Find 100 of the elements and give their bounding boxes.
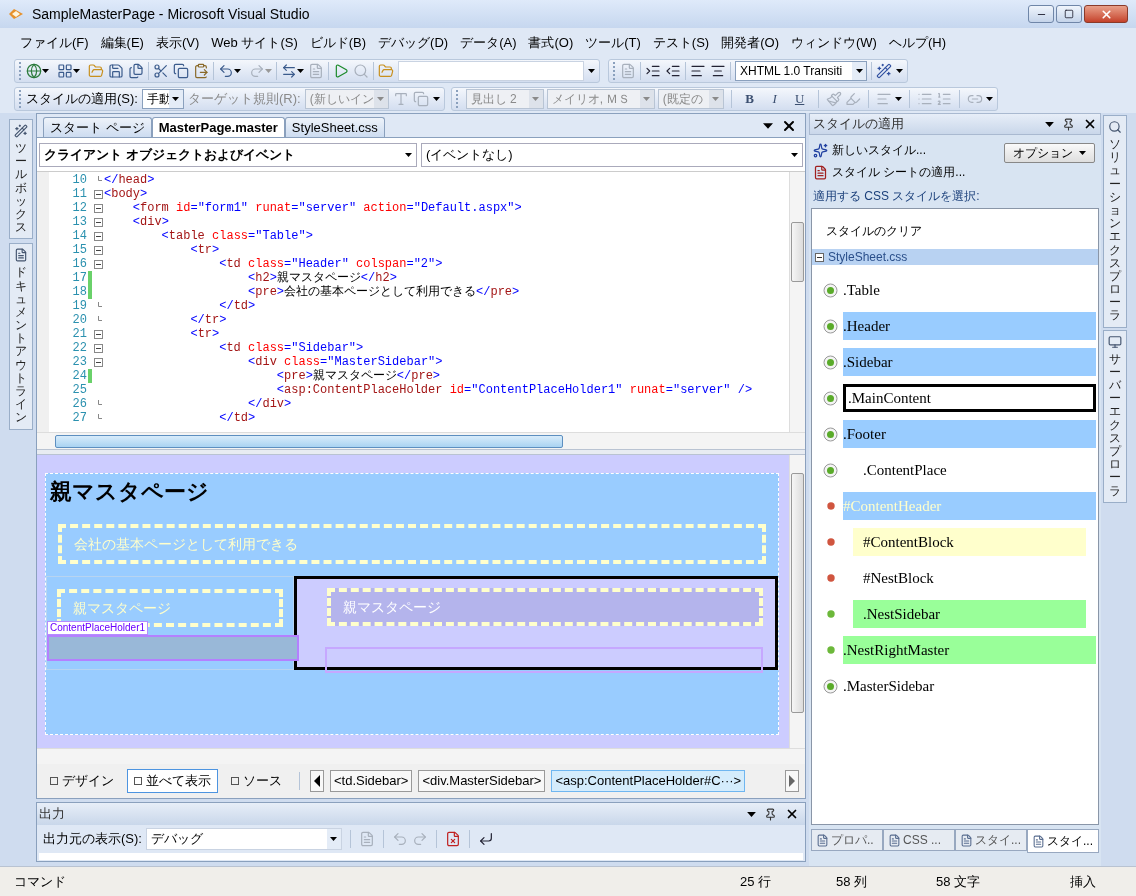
design-heading[interactable]: 親マスタページ	[46, 474, 778, 506]
navigate-icon[interactable]	[281, 63, 297, 79]
breadcrumb-tag[interactable]: <asp:ContentPlaceHolder#C···>	[551, 770, 746, 792]
document-tab[interactable]: MasterPage.master	[151, 117, 285, 137]
panel-tab[interactable]: スタイ...	[1027, 829, 1099, 853]
pin-icon[interactable]	[764, 807, 777, 821]
paste-icon[interactable]	[193, 63, 209, 79]
undo-icon[interactable]	[218, 63, 234, 79]
format-icon[interactable]	[690, 63, 706, 79]
clear-styles-item[interactable]: スタイルのクリア	[812, 209, 1098, 249]
options-button[interactable]: オプション	[1004, 143, 1095, 163]
collapse-icon[interactable]	[93, 231, 103, 241]
close-button[interactable]	[1084, 5, 1128, 23]
menu-item[interactable]: ビルド(B)	[303, 32, 373, 53]
folder-icon[interactable]	[88, 63, 104, 79]
menu-item[interactable]: ファイル(F)	[14, 32, 95, 53]
dock-tab[interactable]: ツールボックス	[9, 119, 33, 240]
indent-icon[interactable]	[645, 63, 661, 79]
grid-icon[interactable]	[57, 63, 73, 79]
menu-item[interactable]: ヘルプ(H)	[882, 32, 952, 53]
source-dropdown[interactable]: デバッグ	[145, 828, 342, 850]
style-item[interactable]: .NestSidebar	[853, 600, 1086, 628]
breadcrumb-tag[interactable]: <div.MasterSidebar>	[418, 770, 546, 792]
collapse-icon[interactable]	[93, 189, 103, 199]
collapse-icon[interactable]	[93, 245, 103, 255]
object-dropdown[interactable]: クライアント オブジェクトおよびイベント	[39, 142, 417, 167]
save-icon[interactable]	[108, 63, 124, 79]
menu-item[interactable]: デバッグ(D)	[372, 32, 455, 53]
scroll-left-button[interactable]	[310, 770, 324, 792]
collapse-icon[interactable]	[93, 357, 103, 367]
copy-icon[interactable]	[173, 63, 189, 79]
horizontal-scrollbar[interactable]	[37, 432, 805, 449]
save-all-icon[interactable]	[128, 63, 144, 79]
font-color-icon[interactable]	[825, 91, 842, 107]
maximize-button[interactable]	[1056, 5, 1082, 23]
style-item[interactable]: #NestBlock	[853, 564, 1086, 592]
format-icon[interactable]	[710, 63, 726, 79]
dock-tab[interactable]: サーバーエクスプローラ	[1103, 329, 1127, 503]
event-dropdown[interactable]: (イベントなし)	[421, 142, 803, 167]
collapse-icon[interactable]	[93, 343, 103, 353]
vertical-scrollbar[interactable]	[789, 455, 805, 748]
horizontal-scrollbar[interactable]	[37, 748, 805, 764]
menu-item[interactable]: 編集(E)	[94, 32, 150, 53]
close-icon[interactable]	[1083, 117, 1097, 131]
menu-item[interactable]: ウィンドウ(W)	[785, 32, 883, 53]
collapse-icon[interactable]	[93, 217, 103, 227]
menu-item[interactable]: データ(A)	[454, 32, 523, 53]
style-item[interactable]: .ContentPlace	[853, 456, 1086, 484]
scissors-icon[interactable]	[153, 63, 169, 79]
document-tab[interactable]: StyleSheet.css	[284, 117, 385, 137]
validate-icon[interactable]	[876, 63, 892, 79]
format-button[interactable]: B	[738, 89, 761, 109]
format-button[interactable]: U	[788, 89, 811, 109]
clear-icon[interactable]	[444, 831, 461, 847]
pin-icon[interactable]	[1062, 117, 1075, 131]
menu-item[interactable]: 開発者(O)	[715, 32, 785, 53]
style-list[interactable]: スタイルのクリア StyleSheet.css .Table .Header .Sidebar .MainContent .Footer .ContentPlace #ContentHeader #ContentBlock #NestBlock .NestSidebar .NestRightMaster .MasterSidebar	[811, 208, 1099, 825]
outdent-icon[interactable]	[665, 63, 681, 79]
format-button[interactable]: I	[763, 89, 786, 109]
content-placeholder[interactable]	[325, 647, 763, 673]
scroll-right-button[interactable]	[785, 770, 799, 792]
document-tab[interactable]: スタート ページ	[43, 117, 152, 137]
minimize-button[interactable]	[1028, 5, 1054, 23]
view-tab[interactable]: デザイン	[43, 769, 121, 793]
folder-icon[interactable]	[378, 63, 394, 79]
view-tab[interactable]: ソース	[224, 769, 289, 793]
menu-item[interactable]: ツール(T)	[579, 32, 647, 53]
panel-tab[interactable]: スタイ...	[955, 829, 1027, 851]
style-item[interactable]: #ContentBlock	[853, 528, 1086, 556]
close-icon[interactable]	[781, 118, 797, 134]
dropdown[interactable]: XHTML 1.0 Transiti	[735, 61, 867, 81]
collapse-icon[interactable]	[93, 203, 103, 213]
menu-item[interactable]: 表示(V)	[149, 32, 206, 53]
menu-item[interactable]: Web サイト(S)	[205, 32, 304, 53]
breadcrumb-tag[interactable]: <td.Sidebar>	[330, 770, 413, 792]
globe-icon[interactable]	[26, 63, 42, 79]
dock-tab[interactable]: ソリューションエクスプローラ	[1103, 115, 1127, 328]
style-item[interactable]: .Header	[843, 312, 1096, 340]
style-item[interactable]: .MainContent	[843, 384, 1096, 412]
style-item[interactable]: .MasterSidebar	[843, 672, 1096, 700]
new-style-link[interactable]: 新しいスタイル...	[832, 141, 926, 159]
style-item[interactable]: .Sidebar	[843, 348, 1096, 376]
attach-style-sheet-link[interactable]: スタイル シートの適用...	[832, 163, 966, 181]
menu-item[interactable]: 書式(O)	[522, 32, 580, 53]
panel-tab[interactable]: プロパ..	[811, 829, 883, 851]
menu-item[interactable]: テスト(S)	[646, 32, 716, 53]
collapse-icon[interactable]	[93, 329, 103, 339]
style-item[interactable]: .Footer	[843, 420, 1096, 448]
dock-tab[interactable]: ドキュメントアウトライン	[9, 243, 33, 430]
style-item[interactable]: .Table	[843, 276, 1096, 304]
close-icon[interactable]	[785, 807, 799, 821]
search-field[interactable]	[398, 61, 584, 81]
style-sheet-group[interactable]: StyleSheet.css	[812, 249, 1098, 265]
collapse-icon[interactable]	[815, 252, 824, 262]
play-icon[interactable]	[333, 63, 349, 79]
word-wrap-icon[interactable]	[477, 831, 494, 847]
panel-tab[interactable]: CSS ...	[883, 829, 955, 851]
view-tab[interactable]: 並べて表示	[127, 769, 218, 793]
style-item[interactable]: .NestRightMaster	[843, 636, 1096, 664]
vertical-scrollbar[interactable]	[789, 172, 805, 432]
